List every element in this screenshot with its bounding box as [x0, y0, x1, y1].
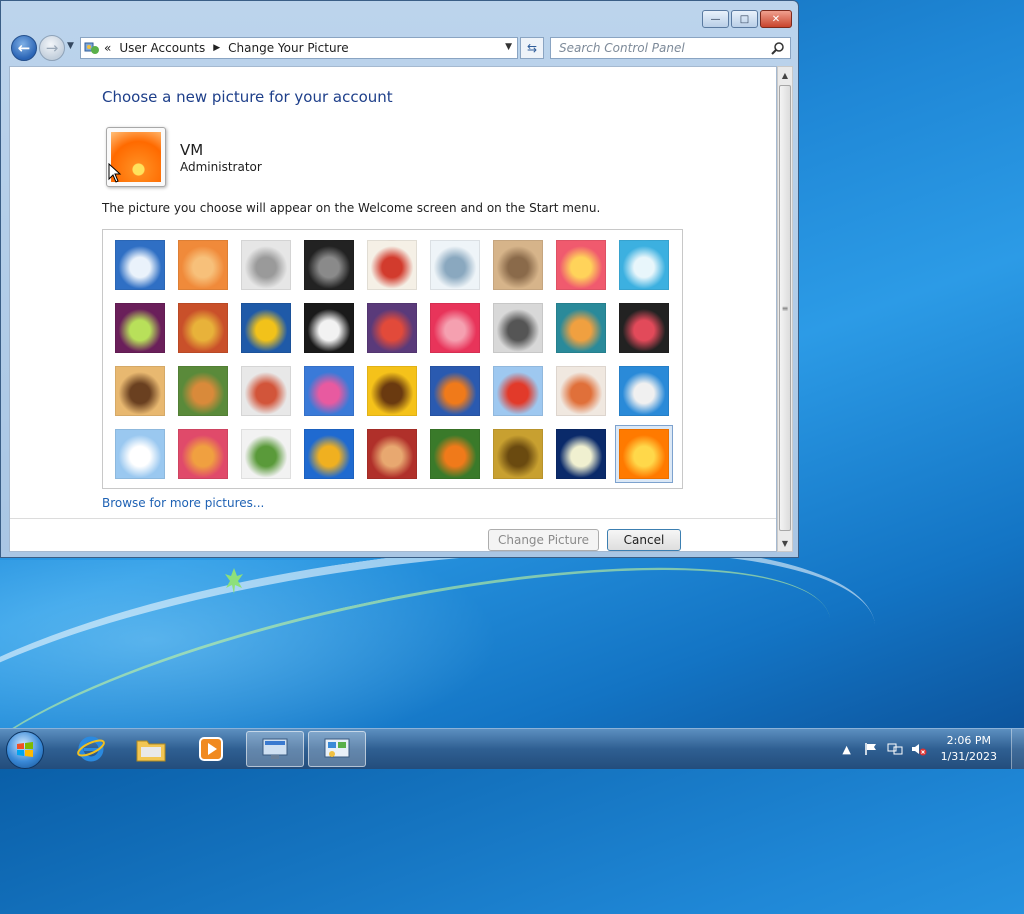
- picture-tile-guitar[interactable]: [115, 366, 165, 416]
- picture-tile-doll[interactable]: [556, 366, 606, 416]
- user-name: VM: [180, 141, 204, 159]
- minimize-button[interactable]: —: [702, 10, 729, 28]
- footer-divider: [10, 518, 776, 519]
- picture-tile-pinwheel[interactable]: [619, 240, 669, 290]
- media-player-icon: [199, 737, 223, 761]
- taskbar-media-player[interactable]: [182, 731, 240, 767]
- back-button[interactable]: ←: [11, 35, 37, 61]
- picture-tile-gyroscope[interactable]: [430, 240, 480, 290]
- maximize-button[interactable]: □: [731, 10, 758, 28]
- navigation-bar: ← → ▼ « User Accounts ▶ Change Your Pict…: [1, 33, 798, 63]
- picture-tile-lucky-cat[interactable]: [367, 240, 417, 290]
- caption-buttons: — □ ✕: [702, 10, 792, 28]
- picture-tile-marbles[interactable]: [241, 429, 291, 479]
- control-panel-taskbar-icon: [324, 738, 350, 758]
- picture-description: The picture you choose will appear on th…: [102, 201, 601, 215]
- picture-tile-ball[interactable]: [115, 303, 165, 353]
- picture-tile-fabric-pink[interactable]: [178, 429, 228, 479]
- browse-more-pictures-link[interactable]: Browse for more pictures...: [102, 496, 264, 510]
- address-dropdown-icon[interactable]: ▼: [505, 42, 512, 52]
- system-tray: ▲ 2:06 PM 1/31/2023: [835, 729, 1024, 769]
- change-picture-button[interactable]: Change Picture: [488, 529, 599, 551]
- internet-explorer-icon: [77, 736, 105, 762]
- folder-icon: [136, 740, 166, 762]
- close-button[interactable]: ✕: [760, 10, 792, 28]
- picture-tile-jacks[interactable]: [493, 303, 543, 353]
- picture-tile-pink-flower[interactable]: [556, 240, 606, 290]
- change-picture-window: — □ ✕ ← → ▼ « User Accounts ▶ Change You…: [0, 0, 799, 558]
- scroll-thumb[interactable]: ≡: [779, 85, 791, 531]
- address-bar[interactable]: « User Accounts ▶ Change Your Picture ▼: [80, 37, 518, 59]
- picture-grid: [102, 229, 683, 489]
- wallpaper-leaf-icon: [225, 568, 243, 594]
- picture-tile-sailboat[interactable]: [619, 366, 669, 416]
- refresh-button[interactable]: ⇆: [520, 37, 544, 59]
- picture-tile-basket-weave[interactable]: [493, 429, 543, 479]
- picture-tile-toy-robot[interactable]: [241, 366, 291, 416]
- picture-tile-stairs[interactable]: [556, 303, 606, 353]
- search-placeholder: Search Control Panel: [559, 41, 685, 55]
- picture-tile-window-frame[interactable]: [304, 429, 354, 479]
- content-pane: Choose a new picture for your account VM…: [9, 66, 777, 552]
- picture-tile-roller-coaster[interactable]: [115, 240, 165, 290]
- clock[interactable]: 2:06 PM 1/31/2023: [941, 733, 997, 765]
- picture-tile-hot-air-balloon[interactable]: [493, 366, 543, 416]
- windows-logo-icon: [17, 742, 33, 757]
- breadcrumb-user-accounts[interactable]: User Accounts: [119, 41, 205, 55]
- picture-tile-turntable[interactable]: [304, 240, 354, 290]
- show-desktop-button[interactable]: [1011, 729, 1024, 769]
- vertical-scrollbar[interactable]: ▲ ≡ ▼: [777, 66, 793, 552]
- search-icon[interactable]: [771, 41, 785, 55]
- picture-tile-sunflower[interactable]: [367, 366, 417, 416]
- scroll-down-icon[interactable]: ▼: [778, 535, 792, 551]
- taskbar: ▲ 2:06 PM 1/31/2023: [0, 728, 1024, 769]
- search-input[interactable]: Search Control Panel: [550, 37, 791, 59]
- breadcrumb-change-your-picture[interactable]: Change Your Picture: [228, 41, 348, 55]
- control-panel-icon: [84, 42, 99, 54]
- picture-tile-ginkgo-leaf[interactable]: [241, 303, 291, 353]
- network-icon[interactable]: [887, 741, 903, 757]
- picture-tile-butterfly[interactable]: [430, 429, 480, 479]
- picture-tile-paper-star[interactable]: [430, 303, 480, 353]
- taskbar-internet-explorer[interactable]: [62, 731, 120, 767]
- scroll-up-icon[interactable]: ▲: [778, 67, 792, 83]
- picture-tile-crayons[interactable]: [367, 303, 417, 353]
- cancel-button[interactable]: Cancel: [607, 529, 681, 551]
- forward-button[interactable]: →: [39, 35, 65, 61]
- picture-tile-kitten[interactable]: [493, 240, 543, 290]
- taskbar-control-panel[interactable]: [308, 731, 366, 767]
- taskbar-remote-desktop[interactable]: [246, 731, 304, 767]
- clock-date: 1/31/2023: [940, 750, 997, 763]
- picture-tile-fabric-stripes[interactable]: [178, 303, 228, 353]
- action-center-flag-icon[interactable]: [863, 741, 879, 757]
- volume-muted-icon[interactable]: [911, 741, 927, 757]
- picture-tile-pomeranian[interactable]: [178, 366, 228, 416]
- picture-tile-woven-rug[interactable]: [367, 429, 417, 479]
- picture-tile-dog-collie[interactable]: [304, 303, 354, 353]
- picture-tile-feathers[interactable]: [304, 366, 354, 416]
- picture-tile-lighthouse[interactable]: [556, 429, 606, 479]
- remote-desktop-icon: [262, 738, 288, 759]
- user-role: Administrator: [180, 160, 262, 174]
- picture-tile-starfish[interactable]: [178, 240, 228, 290]
- picture-tile-soccer-ball[interactable]: [115, 429, 165, 479]
- address-overflow[interactable]: «: [104, 41, 111, 55]
- picture-tile-robot-figure[interactable]: [241, 240, 291, 290]
- picture-tile-orange-flower[interactable]: [615, 425, 673, 483]
- taskbar-file-explorer[interactable]: [122, 731, 180, 767]
- mouse-cursor-icon: [108, 163, 122, 183]
- show-hidden-icons-icon[interactable]: ▲: [839, 741, 855, 757]
- page-title: Choose a new picture for your account: [102, 88, 393, 106]
- picture-tile-origami-crane[interactable]: [619, 303, 669, 353]
- clock-time: 2:06 PM: [946, 734, 991, 747]
- recent-pages-dropdown[interactable]: ▼: [67, 41, 74, 51]
- start-button[interactable]: [6, 731, 44, 769]
- breadcrumb-separator-icon[interactable]: ▶: [213, 43, 220, 53]
- picture-tile-fish[interactable]: [430, 366, 480, 416]
